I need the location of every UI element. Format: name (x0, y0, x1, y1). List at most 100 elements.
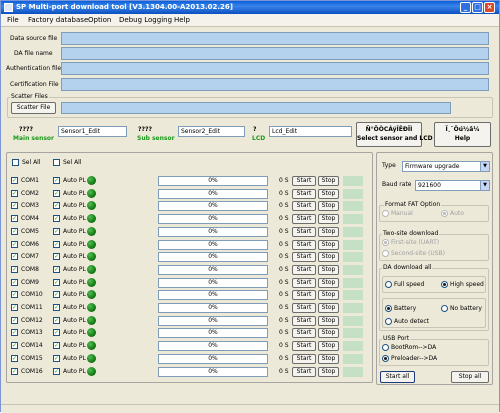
stop-button[interactable]: Stop (318, 240, 339, 250)
preloader-radio[interactable] (382, 355, 389, 362)
auto-checkbox[interactable]: ✓ (53, 329, 60, 336)
start-button[interactable]: Start (292, 227, 316, 237)
start-button[interactable]: Start (292, 214, 316, 224)
auth-file-field[interactable] (61, 62, 489, 75)
stop-button[interactable]: Stop (318, 341, 339, 351)
auto-checkbox[interactable]: ✓ (53, 342, 60, 349)
stop-button[interactable]: Stop (318, 201, 339, 211)
menu-debug-logging[interactable]: Debug Logging (119, 16, 172, 24)
stop-button[interactable]: Stop (318, 328, 339, 338)
start-button[interactable]: Start (292, 201, 316, 211)
auto-checkbox[interactable]: ✓ (53, 317, 60, 324)
stop-button[interactable]: Stop (318, 265, 339, 275)
stop-button[interactable]: Stop (318, 303, 339, 313)
auto-checkbox[interactable]: ✓ (53, 177, 60, 184)
battery-radio[interactable] (385, 305, 392, 312)
minimize-icon[interactable]: _ (460, 2, 471, 13)
com-checkbox[interactable]: ✓ (11, 177, 18, 184)
help-button[interactable]: Ï¸¨Öú½â¼ Help (434, 122, 491, 147)
stop-button[interactable]: Stop (318, 214, 339, 224)
start-button[interactable]: Start (292, 328, 316, 338)
maximize-icon[interactable]: □ (472, 2, 483, 13)
start-button[interactable]: Start (292, 240, 316, 250)
lcd-input[interactable]: Lcd_Edit (269, 126, 352, 137)
no-battery-radio[interactable] (441, 305, 448, 312)
menu-help[interactable]: Help (174, 16, 190, 24)
chevron-down-icon[interactable]: ▼ (480, 162, 489, 171)
auto-checkbox[interactable]: ✓ (53, 368, 60, 375)
stop-button[interactable]: Stop (318, 367, 339, 377)
type-select[interactable]: Firmware upgrade ▼ (402, 161, 490, 172)
select-sensor-lcd-button[interactable]: Ñ°ÕÒCÁýÎÊÐÎÌ Select sensor and LCD (356, 122, 433, 147)
menu-option[interactable]: Option (88, 16, 111, 24)
start-button[interactable]: Start (292, 278, 316, 288)
auto-checkbox[interactable]: ✓ (53, 241, 60, 248)
title-bar[interactable]: SP Multi-port download tool [V3.1304.00-… (1, 1, 499, 14)
auto-checkbox[interactable]: ✓ (53, 266, 60, 273)
stop-button[interactable]: Stop (318, 227, 339, 237)
stop-button[interactable]: Stop (318, 278, 339, 288)
com-checkbox[interactable]: ✓ (11, 228, 18, 235)
start-button[interactable]: Start (292, 189, 316, 199)
data-source-field[interactable] (61, 32, 489, 45)
auto-checkbox[interactable]: ✓ (53, 253, 60, 260)
start-button[interactable]: Start (292, 252, 316, 262)
stop-all-button[interactable]: Stop all (451, 371, 489, 383)
auto-checkbox[interactable]: ✓ (53, 291, 60, 298)
auto-checkbox[interactable]: ✓ (53, 304, 60, 311)
stop-button[interactable]: Stop (318, 176, 339, 186)
auto-checkbox[interactable]: ✓ (53, 279, 60, 286)
start-button[interactable]: Start (292, 341, 316, 351)
first-site-radio[interactable] (382, 239, 389, 246)
com-checkbox[interactable]: ✓ (11, 266, 18, 273)
auto-checkbox[interactable]: ✓ (53, 355, 60, 362)
com-checkbox[interactable]: ✓ (11, 304, 18, 311)
stop-button[interactable]: Stop (318, 354, 339, 364)
com-checkbox[interactable]: ✓ (11, 190, 18, 197)
cert-file-field[interactable] (61, 78, 489, 91)
auto-checkbox[interactable]: ✓ (53, 190, 60, 197)
high-speed-radio[interactable] (441, 281, 448, 288)
com-checkbox[interactable]: ✓ (11, 317, 18, 324)
start-button[interactable]: Start (292, 367, 316, 377)
com-checkbox[interactable]: ✓ (11, 355, 18, 362)
scatter-file-field[interactable] (61, 102, 451, 114)
com-checkbox[interactable]: ✓ (11, 329, 18, 336)
com-checkbox[interactable]: ✓ (11, 202, 18, 209)
chevron-down-icon[interactable]: ▼ (480, 181, 489, 190)
menu-file[interactable]: File (7, 16, 19, 24)
stop-button[interactable]: Stop (318, 290, 339, 300)
com-checkbox[interactable]: ✓ (11, 291, 18, 298)
com-checkbox[interactable]: ✓ (11, 241, 18, 248)
sub-sensor-input[interactable]: Sensor2_Edit (178, 126, 245, 137)
start-button[interactable]: Start (292, 176, 316, 186)
start-button[interactable]: Start (292, 290, 316, 300)
start-button[interactable]: Start (292, 316, 316, 326)
stop-button[interactable]: Stop (318, 316, 339, 326)
com-checkbox[interactable]: ✓ (11, 279, 18, 286)
auto-detect-radio[interactable] (385, 318, 392, 325)
close-icon[interactable]: × (484, 2, 495, 13)
stop-button[interactable]: Stop (318, 252, 339, 262)
com-checkbox[interactable]: ✓ (11, 368, 18, 375)
fat-auto-radio[interactable] (441, 210, 448, 217)
da-file-field[interactable] (61, 47, 489, 60)
scatter-file-button[interactable]: Scatter File (11, 102, 56, 114)
start-all-button[interactable]: Start all (380, 371, 415, 383)
com-checkbox[interactable]: ✓ (11, 253, 18, 260)
full-speed-radio[interactable] (385, 281, 392, 288)
start-button[interactable]: Start (292, 354, 316, 364)
fat-manual-radio[interactable] (382, 210, 389, 217)
second-site-radio[interactable] (382, 250, 389, 257)
baud-select[interactable]: 921600 ▼ (415, 180, 490, 191)
stop-button[interactable]: Stop (318, 189, 339, 199)
start-button[interactable]: Start (292, 265, 316, 275)
main-sensor-input[interactable]: Sensor1_Edit (58, 126, 127, 137)
com-checkbox[interactable]: ✓ (11, 342, 18, 349)
bootrom-radio[interactable] (382, 344, 389, 351)
auto-checkbox[interactable]: ✓ (53, 228, 60, 235)
menu-factory-database[interactable]: Factory database (28, 16, 88, 24)
sel-all-auto-checkbox[interactable] (53, 159, 60, 166)
sel-all-com-checkbox[interactable] (12, 159, 19, 166)
auto-checkbox[interactable]: ✓ (53, 215, 60, 222)
